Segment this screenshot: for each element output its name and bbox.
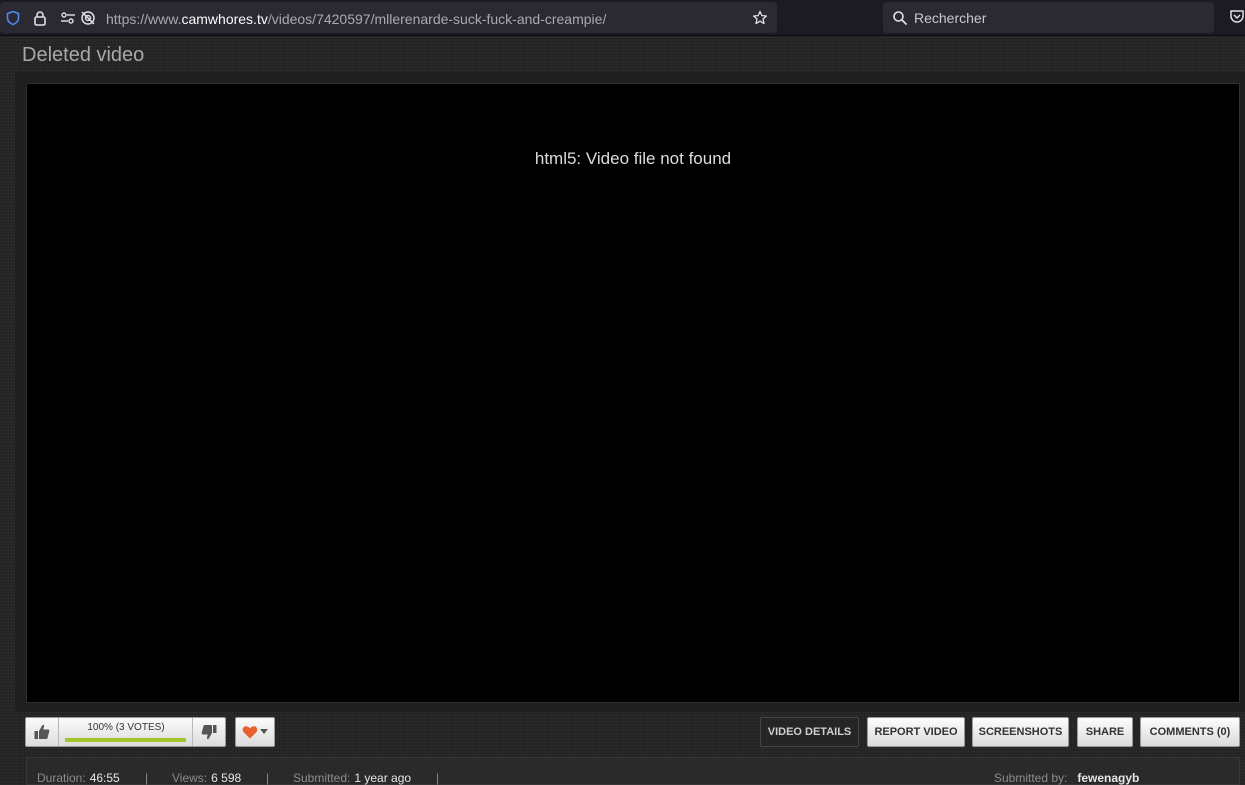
submitted-value: 1 year ago — [354, 771, 412, 785]
tab-screenshots[interactable]: SCREENSHOTS — [972, 717, 1069, 747]
submitted-info: Submitted: 1 year ago — [293, 771, 411, 785]
submitted-label: Submitted: — [293, 771, 351, 785]
duration-label: Duration: — [37, 771, 86, 785]
submitted-by-info: Submitted by: fewenagyb — [994, 771, 1139, 785]
permissions-icon[interactable] — [60, 10, 76, 26]
rating-widget: 100% (3 VOTES) — [25, 717, 226, 747]
favourite-button[interactable] — [235, 717, 275, 747]
star-icon[interactable] — [752, 10, 768, 26]
thumbs-down-icon — [201, 725, 217, 740]
shield-icon[interactable] — [5, 10, 21, 26]
search-placeholder: Rechercher — [914, 10, 987, 26]
tab-report-video[interactable]: REPORT VIDEO — [867, 717, 965, 747]
lock-icon[interactable] — [32, 10, 48, 26]
tracking-off-icon[interactable] — [80, 10, 96, 26]
browser-toolbar: https://www.camwhores.tv/videos/7420597/… — [0, 0, 1245, 36]
tab-share[interactable]: SHARE — [1077, 717, 1133, 747]
views-label: Views: — [172, 771, 208, 785]
duration-info: Duration: 46:55 — [37, 771, 120, 785]
url-text[interactable]: https://www.camwhores.tv/videos/7420597/… — [106, 11, 606, 27]
page-title: Deleted video — [22, 44, 145, 66]
rating-bar-fill — [65, 738, 186, 742]
tab-video-details[interactable]: VIDEO DETAILS — [760, 717, 859, 747]
player-error-message: html5: Video file not found — [534, 149, 732, 168]
tab-comments[interactable]: COMMENTS (0) — [1140, 717, 1240, 747]
pocket-icon[interactable] — [1229, 8, 1245, 24]
video-info-bar: Duration: 46:55 | Views: 6 598 | Submitted… — [26, 757, 1240, 785]
search-bar[interactable]: Rechercher — [883, 2, 1214, 33]
thumbs-up-icon — [34, 724, 50, 739]
submitted-by-label: Submitted by: — [994, 771, 1068, 785]
rating-summary: 100% (3 VOTES) — [87, 722, 165, 733]
address-bar[interactable]: https://www.camwhores.tv/videos/7420597/… — [0, 2, 777, 33]
caret-down-icon — [260, 729, 268, 734]
dislike-button[interactable] — [192, 718, 225, 746]
views-value: 6 598 — [211, 771, 242, 785]
search-icon — [893, 11, 908, 26]
url-path: /videos/7420597/mllerenarde-suck-fuck-an… — [267, 11, 607, 27]
url-prefix: https://www. — [106, 11, 182, 27]
url-domain: camwhores.tv — [181, 11, 268, 27]
like-button[interactable] — [26, 718, 59, 746]
heart-icon — [242, 726, 258, 739]
separator: | — [436, 771, 440, 785]
separator: | — [266, 771, 270, 785]
video-player[interactable]: html5: Video file not found — [26, 83, 1240, 703]
duration-value: 46:55 — [89, 771, 120, 785]
separator: | — [145, 771, 149, 785]
rating-bar — [65, 738, 186, 742]
views-info: Views: 6 598 — [172, 771, 241, 785]
submitter-link[interactable]: fewenagyb — [1077, 771, 1139, 785]
